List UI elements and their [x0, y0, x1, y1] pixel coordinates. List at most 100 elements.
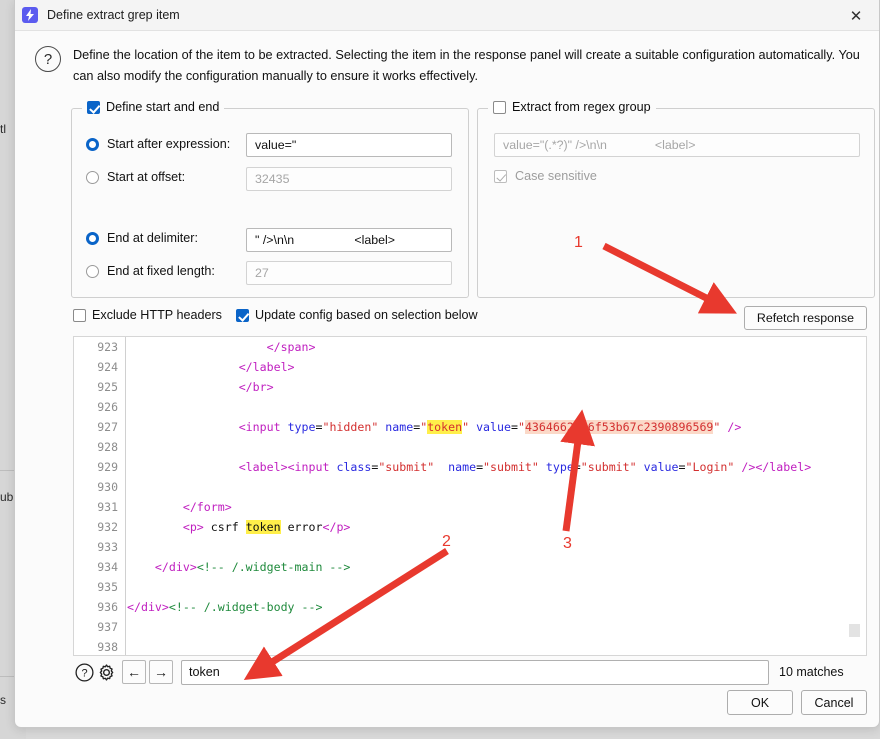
code-line[interactable]: [127, 617, 866, 637]
end-at-delimiter-option[interactable]: End at delimiter:: [86, 231, 198, 245]
case-sensitive-label: Case sensitive: [515, 169, 597, 184]
line-number: 923: [97, 340, 118, 354]
arrow-right-icon[interactable]: →: [149, 660, 173, 684]
start-at-offset-radio[interactable]: [86, 170, 99, 184]
regex-pattern-value: value="(.*?)" />\n\n: [503, 138, 607, 153]
cancel-button[interactable]: Cancel: [801, 690, 867, 715]
case-sensitive-checkbox[interactable]: [494, 169, 507, 183]
line-number: 927: [97, 420, 118, 434]
start-at-offset-option[interactable]: Start at offset:: [86, 170, 185, 184]
start-after-expression-option[interactable]: Start after expression:: [86, 137, 230, 151]
end-at-delimiter-input[interactable]: " />\n\n <label>: [246, 228, 452, 253]
gear-icon[interactable]: [95, 661, 117, 683]
code-token: <!-- /.widget-body -->: [168, 600, 323, 614]
close-icon[interactable]: ✕: [833, 0, 879, 31]
code-token: "submit": [483, 460, 539, 474]
code-token: class: [336, 460, 372, 474]
line-number: 929: [97, 460, 118, 474]
code-token: type: [545, 460, 574, 474]
code-line[interactable]: </label>: [127, 357, 866, 377]
question-mark-icon[interactable]: ?: [73, 661, 95, 683]
code-scrollbar-thumb[interactable]: [849, 624, 860, 637]
start-after-expression-radio[interactable]: [86, 137, 99, 151]
code-content[interactable]: </span> </label> </br> <input type="hidd…: [127, 337, 866, 655]
code-token: =: [678, 460, 686, 474]
search-input[interactable]: token: [181, 659, 769, 685]
code-token: </div>: [154, 560, 197, 574]
code-token: name: [448, 460, 477, 474]
extract-from-regex-group: Extract from regex group value="(.*?)" /…: [477, 100, 875, 299]
line-number: 926: [97, 400, 118, 414]
update-config-option[interactable]: Update config based on selection below: [235, 308, 478, 322]
case-sensitive-option[interactable]: Case sensitive: [494, 169, 597, 183]
code-line[interactable]: </div><!-- /.widget-main -->: [127, 557, 866, 577]
code-line[interactable]: </form>: [127, 497, 866, 517]
exclude-http-headers-option[interactable]: Exclude HTTP headers: [73, 308, 222, 322]
update-config-checkbox[interactable]: [235, 308, 249, 322]
code-token: <input: [238, 420, 288, 434]
dialog-title: Define extract grep item: [47, 8, 180, 22]
end-at-fixed-length-option[interactable]: End at fixed length:: [86, 264, 215, 278]
start-after-expression-input[interactable]: value=": [246, 133, 452, 158]
code-highlight: token: [427, 420, 463, 434]
response-code-viewer[interactable]: 923 924 925 926 927 928 929 930 931 932 933 934 935 9…: [73, 336, 867, 656]
end-at-delimiter-tail: <label>: [354, 233, 395, 248]
code-token: </label>: [238, 360, 295, 374]
end-at-fixed-length-input[interactable]: 27: [246, 261, 452, 286]
refetch-response-button[interactable]: Refetch response: [743, 306, 867, 330]
end-at-delimiter-radio[interactable]: [86, 231, 99, 245]
code-line[interactable]: <input type="hidden" name="token" value=…: [127, 417, 866, 437]
code-token: <p>: [182, 520, 204, 534]
code-highlight: 4364662886f53b67c2390896569: [524, 420, 714, 434]
extract-from-regex-group-label: Extract from regex group: [512, 100, 651, 115]
code-line[interactable]: [127, 397, 866, 417]
end-at-delimiter-label: End at delimiter:: [107, 231, 198, 246]
code-line[interactable]: </div><!-- /.widget-body -->: [127, 597, 866, 617]
exclude-http-headers-checkbox[interactable]: [73, 308, 86, 322]
code-line[interactable]: </br>: [127, 377, 866, 397]
start-after-expression-value: value=": [255, 138, 297, 153]
code-line[interactable]: [127, 637, 866, 655]
line-number-gutter: 923 924 925 926 927 928 929 930 931 932 933 934 935 9…: [74, 337, 126, 655]
end-at-fixed-length-radio[interactable]: [86, 264, 99, 278]
code-line[interactable]: [127, 437, 866, 457]
code-line[interactable]: [127, 537, 866, 557]
end-at-fixed-length-label: End at fixed length:: [107, 264, 215, 279]
code-token: />: [741, 460, 756, 474]
update-config-label: Update config based on selection below: [254, 308, 478, 322]
background-text-fragment: ub: [0, 490, 14, 504]
code-token: "submit": [378, 460, 435, 474]
define-start-and-end-label: Define start and end: [106, 100, 220, 115]
code-line[interactable]: [127, 477, 866, 497]
code-token: =: [573, 460, 581, 474]
line-number: 934: [97, 560, 118, 574]
ok-button[interactable]: OK: [727, 690, 793, 715]
define-start-and-end-checkbox[interactable]: [87, 100, 100, 114]
code-line[interactable]: [127, 577, 866, 597]
exclude-http-headers-label: Exclude HTTP headers: [92, 308, 222, 322]
code-token: =: [510, 420, 518, 434]
code-line[interactable]: <p> csrf token error</p>: [127, 517, 866, 537]
start-at-offset-input[interactable]: 32435: [246, 167, 452, 192]
search-toolbar: ? ← → token 10 matches: [73, 658, 867, 686]
extract-from-regex-group-checkbox[interactable]: [493, 100, 506, 114]
code-token: <!-- /.widget-main -->: [196, 560, 351, 574]
code-token: "Login": [685, 460, 735, 474]
background-text-fragment: s: [0, 693, 6, 707]
line-number: 931: [97, 500, 118, 514]
dialog-footer: OK Cancel: [727, 690, 867, 715]
start-at-offset-label: Start at offset:: [107, 170, 186, 185]
code-token: </br>: [238, 380, 274, 394]
regex-pattern-input[interactable]: value="(.*?)" />\n\n <label>: [494, 133, 860, 158]
define-start-and-end-title: Define start and end: [82, 100, 225, 115]
arrow-left-icon[interactable]: ←: [122, 660, 146, 684]
code-line[interactable]: <label><input class="submit" name="submi…: [127, 457, 866, 477]
extract-from-regex-group-title: Extract from regex group: [488, 100, 656, 115]
code-line[interactable]: </span>: [127, 337, 866, 357]
